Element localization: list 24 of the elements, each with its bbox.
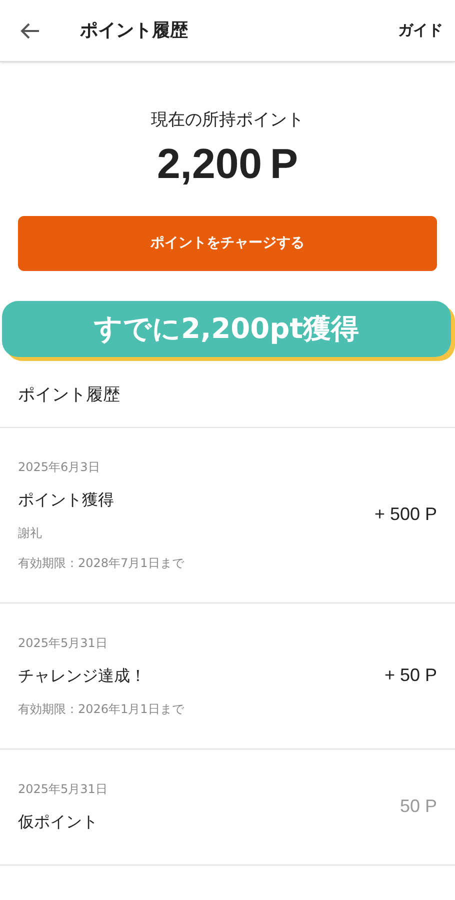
history-date: 2025年5月31日: [18, 634, 108, 652]
history-expiry: 有効期限：2026年1月1日まで: [18, 700, 186, 718]
charge-button[interactable]: ポイントをチャージする: [18, 216, 437, 271]
promo-banner: すでに2,200pt獲得: [2, 301, 451, 357]
back-arrow-icon[interactable]: [20, 22, 40, 40]
history-amount: + 50 P: [384, 664, 437, 687]
header-title: ポイント履歴: [80, 19, 188, 43]
history-amount: 50 P: [400, 795, 437, 818]
history-title: チャレンジ達成！: [18, 664, 147, 686]
history-item[interactable]: 2025年5月31日 仮ポイント 50 P: [0, 750, 455, 866]
balance-amount: 2,200: [156, 138, 262, 188]
history-note: 謝礼: [18, 524, 43, 542]
section-title: ポイント履歴: [18, 385, 120, 405]
guide-link[interactable]: ガイド: [398, 19, 443, 42]
history-expiry: 有効期限：2028年7月1日まで: [18, 554, 186, 572]
history-item[interactable]: 2025年5月31日 チャレンジ達成！ 有効期限：2026年1月1日まで + 50 P: [0, 604, 455, 750]
balance-unit: P: [270, 138, 298, 188]
history-date: 2025年5月31日: [18, 780, 108, 798]
balance-label: 現在の所持ポイント: [151, 109, 304, 132]
history-date: 2025年6月3日: [18, 458, 101, 476]
history-title: ポイント獲得: [18, 488, 115, 510]
history-amount: + 500 P: [374, 503, 437, 526]
history-item[interactable]: 2025年6月3日 ポイント獲得 謝礼 有効期限：2028年7月1日まで + 500 P: [0, 428, 455, 604]
history-title: 仮ポイント: [18, 810, 99, 832]
